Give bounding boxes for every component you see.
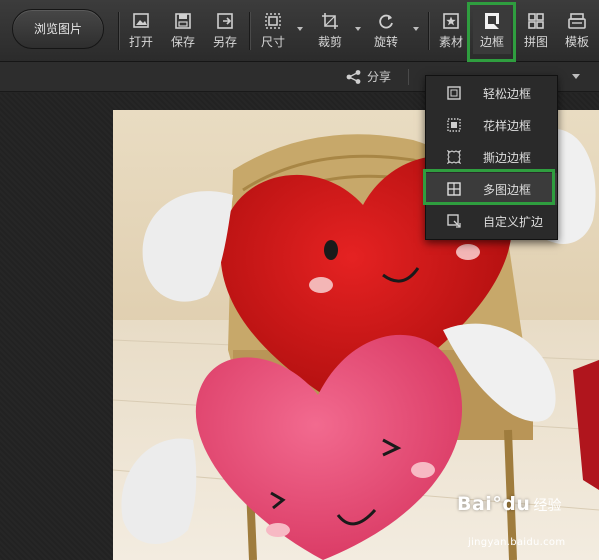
share-button[interactable]: 分享 [346,68,391,86]
open-button[interactable]: 打开 [124,10,158,54]
crop-label: 裁剪 [317,35,342,49]
menu-item-custom-border[interactable]: 自定义扩边 [426,205,557,237]
watermark-brand: Bai°du [457,493,531,515]
save-as-label: 另存 [212,35,237,49]
template-label: 模板 [564,35,589,49]
size-label: 尺寸 [260,35,285,49]
template-icon [568,13,586,29]
browse-images-button[interactable]: 浏览图片 [12,9,104,49]
rotate-button[interactable]: 旋转 [369,10,403,54]
save-as-button[interactable]: 另存 [208,10,242,54]
menu-item-label: 轻松边框 [483,87,532,101]
share-label: 分享 [367,70,392,84]
crop-icon [322,13,338,29]
save-label: 保存 [170,35,195,49]
save-button[interactable]: 保存 [166,10,200,54]
material-label: 素材 [438,35,463,49]
material-button[interactable]: 素材 [434,10,468,54]
menu-item-label: 自定义扩边 [483,215,544,229]
size-dropdown-caret[interactable] [297,27,303,31]
simple-border-icon [447,86,461,100]
toolbar-divider [428,12,429,50]
collage-label: 拼图 [523,35,548,49]
main-toolbar: 浏览图片 打开 保存 另存 尺寸 裁剪 旋转 素材 边框 拼图 模板 [0,0,599,62]
menu-item-label: 撕边边框 [483,151,532,165]
template-button[interactable]: 模板 [560,10,594,54]
open-label: 打开 [128,35,153,49]
watermark-url: jingyan.baidu.com [468,537,566,548]
rotate-icon [379,14,393,29]
material-icon [443,13,459,29]
toolbar-divider [118,12,119,50]
border-dropdown-menu: 轻松边框 花样边框 撕边边框 多图边框 自定义扩边 [425,75,558,240]
collage-icon [528,13,544,29]
custom-border-icon [447,214,461,228]
subbar-dropdown-caret[interactable] [572,74,580,79]
baidu-jingyan-watermark: Bai°du 经验 [457,493,561,515]
multi-image-border-highlight [423,169,555,205]
share-icon [346,70,361,84]
open-image-icon [133,13,149,28]
menu-item-pattern-border[interactable]: 花样边框 [426,109,557,141]
size-button[interactable]: 尺寸 [256,10,290,54]
save-as-icon [217,13,233,29]
torn-border-icon [447,150,461,164]
toolbar-divider [249,12,250,50]
rotate-label: 旋转 [373,35,398,49]
crop-dropdown-caret[interactable] [355,27,361,31]
collage-button[interactable]: 拼图 [519,10,553,54]
photo-editor-window: 浏览图片 打开 保存 另存 尺寸 裁剪 旋转 素材 边框 拼图 模板 分享 轻松… [0,0,599,560]
rotate-dropdown-caret[interactable] [413,27,419,31]
subbar-divider [408,69,409,85]
save-icon [175,13,191,29]
menu-item-simple-border[interactable]: 轻松边框 [426,77,557,109]
watermark-suffix: 经验 [533,498,562,514]
pattern-border-icon [447,118,461,132]
border-button-highlight [467,2,516,62]
resize-icon [265,13,281,29]
menu-item-label: 花样边框 [483,119,532,133]
crop-button[interactable]: 裁剪 [313,10,347,54]
